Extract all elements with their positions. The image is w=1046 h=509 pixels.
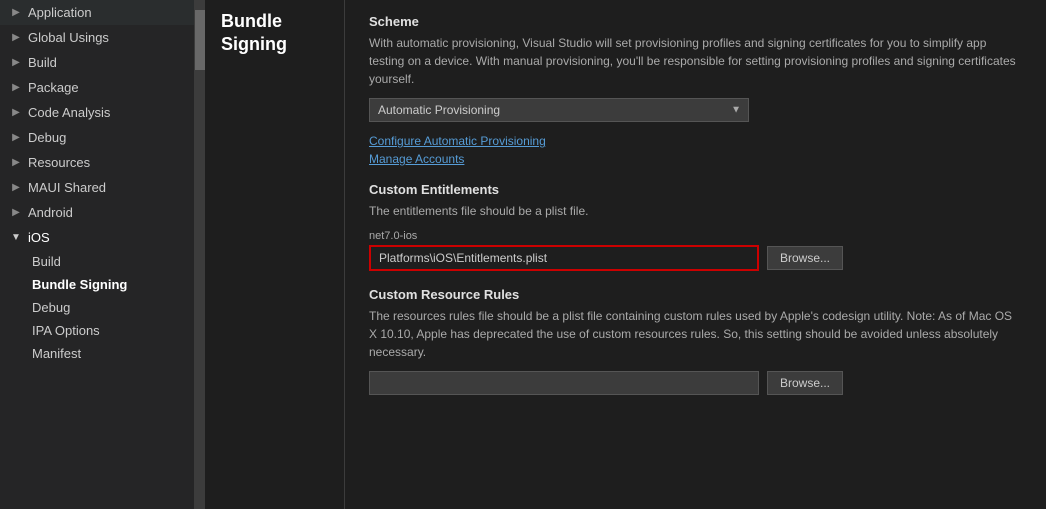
sidebar-scrollbar[interactable]: [195, 0, 205, 509]
configure-link[interactable]: Configure Automatic Provisioning: [369, 134, 1022, 148]
page-title: Bundle Signing: [221, 10, 328, 57]
sidebar-item-package[interactable]: ▶ Package: [0, 75, 194, 100]
resource-rules-input-row: Browse...: [369, 371, 1022, 395]
sidebar-item-maui-shared[interactable]: ▶ MAUI Shared: [0, 175, 194, 200]
chevron-right-icon: ▶: [10, 107, 22, 119]
settings-panel: Scheme With automatic provisioning, Visu…: [345, 0, 1046, 509]
sidebar-item-ios-debug[interactable]: Debug: [0, 296, 194, 319]
sidebar: ▶ Application ▶ Global Usings ▶ Build ▶ …: [0, 0, 195, 509]
sidebar-item-ios-build[interactable]: Build: [0, 250, 194, 273]
scheme-dropdown[interactable]: Automatic Provisioning Manual Provisioni…: [369, 98, 749, 122]
chevron-right-icon: ▶: [10, 132, 22, 144]
sidebar-item-debug[interactable]: ▶ Debug: [0, 125, 194, 150]
sidebar-item-build[interactable]: ▶ Build: [0, 50, 194, 75]
sidebar-item-application[interactable]: ▶ Application: [0, 0, 194, 25]
sidebar-item-manifest[interactable]: Manifest: [0, 342, 194, 365]
sidebar-item-ios[interactable]: ▼ iOS: [0, 225, 194, 250]
entitlements-section-label: Custom Entitlements: [369, 182, 1022, 197]
spacer-1: Configure Automatic Provisioning Manage …: [369, 134, 1022, 166]
chevron-right-icon: ▶: [10, 82, 22, 94]
resource-rules-browse-button[interactable]: Browse...: [767, 371, 843, 395]
scheme-dropdown-wrapper: Automatic Provisioning Manual Provisioni…: [369, 98, 749, 122]
entitlements-description: The entitlements file should be a plist …: [369, 202, 1022, 220]
scheme-description: With automatic provisioning, Visual Stud…: [369, 34, 1022, 88]
sidebar-item-bundle-signing[interactable]: Bundle Signing: [0, 273, 194, 296]
content-area: Bundle Signing Scheme With automatic pro…: [205, 0, 1046, 509]
entitlements-browse-button[interactable]: Browse...: [767, 246, 843, 270]
chevron-right-icon: ▶: [10, 57, 22, 69]
resource-rules-input[interactable]: [369, 371, 759, 395]
sidebar-item-code-analysis[interactable]: ▶ Code Analysis: [0, 100, 194, 125]
sidebar-item-global-usings[interactable]: ▶ Global Usings: [0, 25, 194, 50]
resource-rules-description: The resources rules file should be a pli…: [369, 307, 1022, 361]
entitlements-input-row: Browse...: [369, 245, 1022, 271]
chevron-right-icon: ▶: [10, 157, 22, 169]
entitlements-input[interactable]: [369, 245, 759, 271]
chevron-down-icon: ▼: [10, 232, 22, 244]
chevron-right-icon: ▶: [10, 207, 22, 219]
main-content: Bundle Signing Scheme With automatic pro…: [205, 0, 1046, 509]
sidebar-item-ipa-options[interactable]: IPA Options: [0, 319, 194, 342]
entitlements-field-label: net7.0-ios: [369, 230, 1022, 242]
chevron-right-icon: ▶: [10, 7, 22, 19]
scrollbar-thumb[interactable]: [195, 10, 205, 70]
sidebar-item-resources[interactable]: ▶ Resources: [0, 150, 194, 175]
resource-rules-section-label: Custom Resource Rules: [369, 287, 1022, 302]
chevron-right-icon: ▶: [10, 32, 22, 44]
chevron-right-icon: ▶: [10, 182, 22, 194]
scheme-section-label: Scheme: [369, 14, 1022, 29]
page-header: Bundle Signing: [205, 0, 345, 509]
manage-accounts-link[interactable]: Manage Accounts: [369, 152, 1022, 166]
sidebar-item-android[interactable]: ▶ Android: [0, 200, 194, 225]
